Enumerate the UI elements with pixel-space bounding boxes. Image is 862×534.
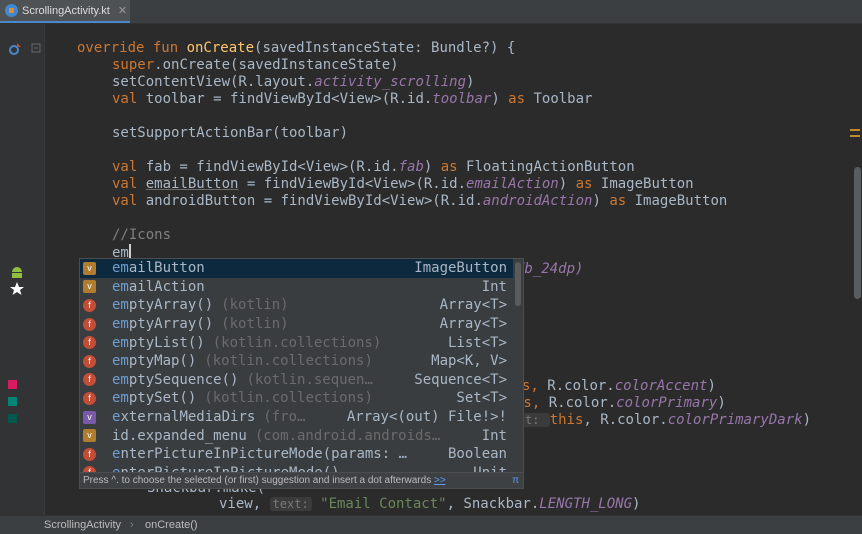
override-marker-icon[interactable] xyxy=(8,42,22,56)
kotlin-file-icon xyxy=(5,4,18,17)
color-accent-swatch xyxy=(8,380,17,389)
completion-item-type: Array<(out) File!>! xyxy=(346,409,507,426)
completion-item-name: emailButton xyxy=(112,260,205,277)
editor-gutter xyxy=(0,24,45,515)
completion-item-detail: (kotlin.collections) xyxy=(204,390,373,407)
completion-item-type: Int xyxy=(481,278,507,295)
completion-footer: Press ^. to choose the selected (or firs… xyxy=(80,472,523,488)
editor-tab-bar: ScrollingActivity.kt ✕ xyxy=(0,0,862,24)
completion-item[interactable]: v id.expanded_menu (com.android.androids… I… xyxy=(80,426,513,445)
code-line-fragment: t: this, R.color.colorPrimaryDark) xyxy=(522,412,811,429)
completion-item-name: emptyList() xyxy=(112,334,205,351)
function-icon: f xyxy=(83,354,96,368)
tab-scrolling-activity[interactable]: ScrollingActivity.kt ✕ xyxy=(0,0,130,23)
breadcrumb-class[interactable]: ScrollingActivity xyxy=(44,516,121,534)
completion-item[interactable]: f emptyArray() (kotlin) Array<T> xyxy=(80,315,513,334)
completion-item-detail: (kotlin.collections) xyxy=(204,353,373,370)
completion-item-name: emptyMap() xyxy=(112,353,197,370)
completion-item[interactable]: v emailButton ImageButton xyxy=(80,259,513,278)
property-icon: v xyxy=(83,280,96,294)
breadcrumb-method[interactable]: onCreate() xyxy=(145,516,198,534)
completion-item[interactable]: f emptySet() (kotlin.collections) Set<T> xyxy=(80,389,513,408)
function-icon: f xyxy=(83,391,96,405)
completion-item-detail: (com.android.androids… xyxy=(254,427,441,444)
text-cursor xyxy=(128,244,131,259)
completion-item-detail: (kotlin.sequen… xyxy=(246,371,373,388)
code-line: val emailButton = findViewById<View>(R.i… xyxy=(112,176,694,192)
code-line: val fab = findViewById<View>(R.id.fab) a… xyxy=(112,159,635,175)
completion-item-detail: (kotlin.collections) xyxy=(212,334,382,351)
property-icon: v xyxy=(83,429,96,443)
breadcrumb: ScrollingActivity › onCreate() xyxy=(0,515,862,534)
completion-item[interactable]: v emailAction Int xyxy=(80,278,513,297)
completion-item-name: id.expanded_menu xyxy=(112,427,247,444)
completion-item-name: emailAction xyxy=(112,278,205,295)
completion-item-detail: (fro… xyxy=(263,409,306,426)
code-line: val toolbar = findViewById<View>(R.id.to… xyxy=(112,91,593,107)
completion-item-type: Set<T> xyxy=(456,390,507,407)
variable-icon: v xyxy=(83,410,96,424)
completion-scrollbar[interactable] xyxy=(515,262,521,306)
completion-item-type: Array<T> xyxy=(439,316,507,333)
property-icon: v xyxy=(83,261,96,275)
function-icon: f xyxy=(83,298,96,312)
color-primary-dark-swatch xyxy=(8,414,17,423)
completion-item-type: Int xyxy=(481,427,507,444)
code-line: setSupportActionBar(toolbar) xyxy=(112,125,349,141)
code-line: super.onCreate(savedInstanceState) xyxy=(112,57,399,73)
code-comment: //Icons xyxy=(112,227,172,243)
completion-item-name: emptyArray() xyxy=(112,297,214,314)
completion-item-name: externalMediaDirs xyxy=(112,409,256,426)
completion-item-type: Sequence<T> xyxy=(414,371,507,388)
completion-item-type: List<T> xyxy=(447,334,507,351)
completion-popup[interactable]: v emailButton ImageButton v emailAction Int f e… xyxy=(79,258,524,489)
completion-list[interactable]: v emailButton ImageButton v emailAction Int f e… xyxy=(80,259,513,482)
completion-item[interactable]: f enterPictureInPictureMode(params: … Bool… xyxy=(80,445,513,464)
fold-icon[interactable] xyxy=(31,43,41,53)
function-icon: f xyxy=(83,447,96,461)
completion-item[interactable]: f emptyArray() (kotlin) Array<T> xyxy=(80,296,513,315)
footer-more-link[interactable]: >> xyxy=(434,475,446,486)
completion-item-detail: (kotlin) xyxy=(221,316,289,333)
completion-item[interactable]: f emptyMap() (kotlin.collections) Map<K, V> xyxy=(80,352,513,371)
completion-item[interactable]: v externalMediaDirs (fro… Array<(out) File!… xyxy=(80,408,513,427)
pi-icon[interactable]: π xyxy=(512,473,519,488)
tab-label: ScrollingActivity.kt xyxy=(22,4,110,17)
completion-item-name: emptyArray() xyxy=(112,316,214,333)
completion-item-name: emptySequence() xyxy=(112,371,239,388)
code-line: override fun onCreate(savedInstanceState… xyxy=(77,40,516,56)
completion-item[interactable]: f emptySequence() (kotlin.sequen… Sequence<… xyxy=(80,371,513,390)
completion-item-type: Boolean xyxy=(447,446,507,463)
completion-item[interactable]: f emptyList() (kotlin.collections) List<T> xyxy=(80,333,513,352)
completion-item-name: emptySet() xyxy=(112,390,197,407)
code-line: setContentView(R.layout.activity_scrolli… xyxy=(112,74,475,90)
code-line-fragment: db_24dp) xyxy=(516,261,584,277)
completion-item-detail: (kotlin) xyxy=(221,297,289,314)
completion-item-name: enterPictureInPictureMode(params: … xyxy=(112,446,408,463)
code-line-fragment: s, R.color.colorAccent) xyxy=(522,378,716,394)
function-icon: f xyxy=(83,373,96,387)
code-line: view, text: "Email Contact", Snackbar.LE… xyxy=(219,496,641,512)
android-icon xyxy=(12,267,22,278)
function-icon: f xyxy=(83,336,96,350)
completion-item-type: ImageButton xyxy=(414,260,507,277)
star-icon xyxy=(10,282,24,295)
error-stripe-marks[interactable] xyxy=(850,129,860,141)
completion-item-type: Array<T> xyxy=(439,297,507,314)
breadcrumb-separator: › xyxy=(130,519,134,531)
code-line: val androidButton = findViewById<View>(R… xyxy=(112,193,728,209)
completion-item-type: Map<K, V> xyxy=(431,353,507,370)
function-icon: f xyxy=(83,317,96,331)
editor-scrollbar[interactable] xyxy=(854,167,861,299)
close-icon[interactable]: ✕ xyxy=(118,4,127,17)
code-line-fragment: is, R.color.colorPrimary) xyxy=(515,395,726,411)
color-primary-swatch xyxy=(8,397,17,406)
